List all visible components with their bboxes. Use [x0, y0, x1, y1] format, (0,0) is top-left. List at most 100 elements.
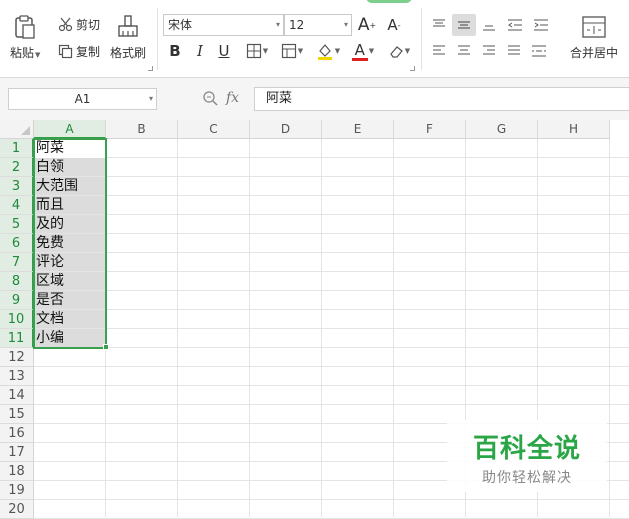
increase-font-icon[interactable]: A +: [356, 14, 378, 36]
column-header-c[interactable]: C: [178, 120, 250, 139]
row-header-2[interactable]: 2: [0, 158, 34, 177]
merge-cells-icon: [582, 16, 606, 38]
watermark-logo: 百科全说 助你轻松解决: [447, 420, 607, 492]
copy-label: 复制: [76, 45, 101, 59]
gridline: [34, 290, 629, 291]
formula-bar: A1 ▾ fx 阿菜: [0, 78, 629, 120]
row-header-15[interactable]: 15: [0, 405, 34, 424]
column-header-d[interactable]: D: [250, 120, 322, 139]
gridline: [34, 252, 629, 253]
row-header-9[interactable]: 9: [0, 291, 34, 310]
column-header-a[interactable]: A: [34, 120, 106, 139]
font-size-select[interactable]: 12 ▾: [284, 14, 352, 36]
ribbon-divider: [157, 8, 158, 70]
align-center-icon[interactable]: [453, 40, 475, 62]
gridline: [34, 499, 629, 500]
row-header-1[interactable]: 1: [0, 139, 34, 158]
formula-input[interactable]: 阿菜: [254, 87, 629, 111]
row-header-7[interactable]: 7: [0, 253, 34, 272]
copy-button[interactable]: 复制: [58, 43, 100, 60]
gridline: [34, 309, 629, 310]
row-header-11[interactable]: 11: [0, 329, 34, 348]
gridline: [34, 233, 629, 234]
format-painter-label: 格式刷: [110, 46, 147, 60]
underline-icon[interactable]: U: [214, 40, 234, 62]
name-box[interactable]: A1 ▾: [8, 88, 157, 110]
paste-button[interactable]: 粘贴▼: [10, 14, 40, 61]
paste-label: 粘贴: [10, 46, 35, 60]
row-header-5[interactable]: 5: [0, 215, 34, 234]
cell-style-icon[interactable]: ▼: [277, 40, 307, 62]
select-all-corner[interactable]: [0, 120, 34, 139]
gridline: [34, 328, 629, 329]
font-name-value: 宋体: [168, 18, 193, 32]
watermark-title: 百科全说: [472, 434, 581, 464]
dialog-launcher-icon[interactable]: [148, 66, 153, 71]
paste-icon: [15, 15, 35, 39]
row-header-4[interactable]: 4: [0, 196, 34, 215]
watermark-subtitle: 助你轻松解决: [482, 470, 572, 486]
scissors-icon: [58, 17, 73, 32]
row-header-13[interactable]: 13: [0, 367, 34, 386]
font-name-select[interactable]: 宋体 ▾: [163, 14, 284, 36]
gridline: [34, 385, 629, 386]
fill-handle[interactable]: [103, 344, 109, 350]
gridline: [34, 271, 629, 272]
format-painter-button[interactable]: 格式刷: [110, 14, 146, 61]
row-header-17[interactable]: 17: [0, 443, 34, 462]
align-middle-icon[interactable]: [452, 14, 476, 36]
brush-icon: [118, 15, 138, 37]
eraser-icon[interactable]: ▼: [384, 40, 414, 62]
font-color-icon[interactable]: A ▼: [349, 40, 377, 62]
row-header-8[interactable]: 8: [0, 272, 34, 291]
ribbon-toolbar: 粘贴▼ 剪切 复制 格式刷 宋体 ▾ 12 ▾ A + A - B I U ▼ …: [0, 0, 629, 78]
gridline: [34, 176, 629, 177]
chevron-down-icon: ▾: [343, 20, 348, 29]
row-header-16[interactable]: 16: [0, 424, 34, 443]
border-icon[interactable]: ▼: [242, 40, 272, 62]
gridline: [34, 404, 629, 405]
align-bottom-icon[interactable]: [478, 14, 500, 36]
row-header-18[interactable]: 18: [0, 462, 34, 481]
justify-icon[interactable]: [503, 40, 525, 62]
column-header-b[interactable]: B: [106, 120, 178, 139]
column-header-h[interactable]: H: [538, 120, 610, 139]
align-left-icon[interactable]: [428, 40, 450, 62]
row-header-19[interactable]: 19: [0, 481, 34, 500]
column-header-e[interactable]: E: [322, 120, 394, 139]
row-header-3[interactable]: 3: [0, 177, 34, 196]
column-header-g[interactable]: G: [466, 120, 538, 139]
align-right-icon[interactable]: [478, 40, 500, 62]
increase-indent-icon[interactable]: [530, 14, 552, 36]
active-tab-indicator: [366, 0, 412, 3]
merge-center-label: 合并居中: [570, 46, 619, 60]
italic-icon[interactable]: I: [190, 40, 210, 62]
row-header-12[interactable]: 12: [0, 348, 34, 367]
copy-icon: [58, 44, 73, 59]
merge-center-button[interactable]: 合并居中: [570, 14, 618, 61]
dialog-launcher-icon[interactable]: [410, 66, 415, 71]
cut-label: 剪切: [76, 18, 101, 32]
decrease-font-icon[interactable]: A-: [383, 14, 405, 36]
gridline: [34, 347, 629, 348]
chevron-down-icon: ▾: [275, 20, 280, 29]
fill-color-icon[interactable]: ▼: [313, 40, 343, 62]
selection-border: [33, 138, 107, 349]
insert-function-icon[interactable]: fx: [226, 90, 239, 106]
name-box-value: A1: [74, 92, 91, 106]
gridline: [34, 195, 629, 196]
column-header-f[interactable]: F: [394, 120, 466, 139]
align-top-icon[interactable]: [428, 14, 450, 36]
row-header-20[interactable]: 20: [0, 500, 34, 519]
row-header-10[interactable]: 10: [0, 310, 34, 329]
gridline: [34, 366, 629, 367]
decrease-indent-icon[interactable]: [504, 14, 526, 36]
chevron-down-icon: ▼: [35, 51, 41, 59]
distributed-align-icon[interactable]: [528, 40, 550, 62]
cut-button[interactable]: 剪切: [58, 16, 100, 33]
zoom-icon[interactable]: [202, 90, 218, 106]
formula-tools: fx: [202, 90, 239, 106]
bold-icon[interactable]: B: [165, 40, 185, 62]
row-header-14[interactable]: 14: [0, 386, 34, 405]
row-header-6[interactable]: 6: [0, 234, 34, 253]
